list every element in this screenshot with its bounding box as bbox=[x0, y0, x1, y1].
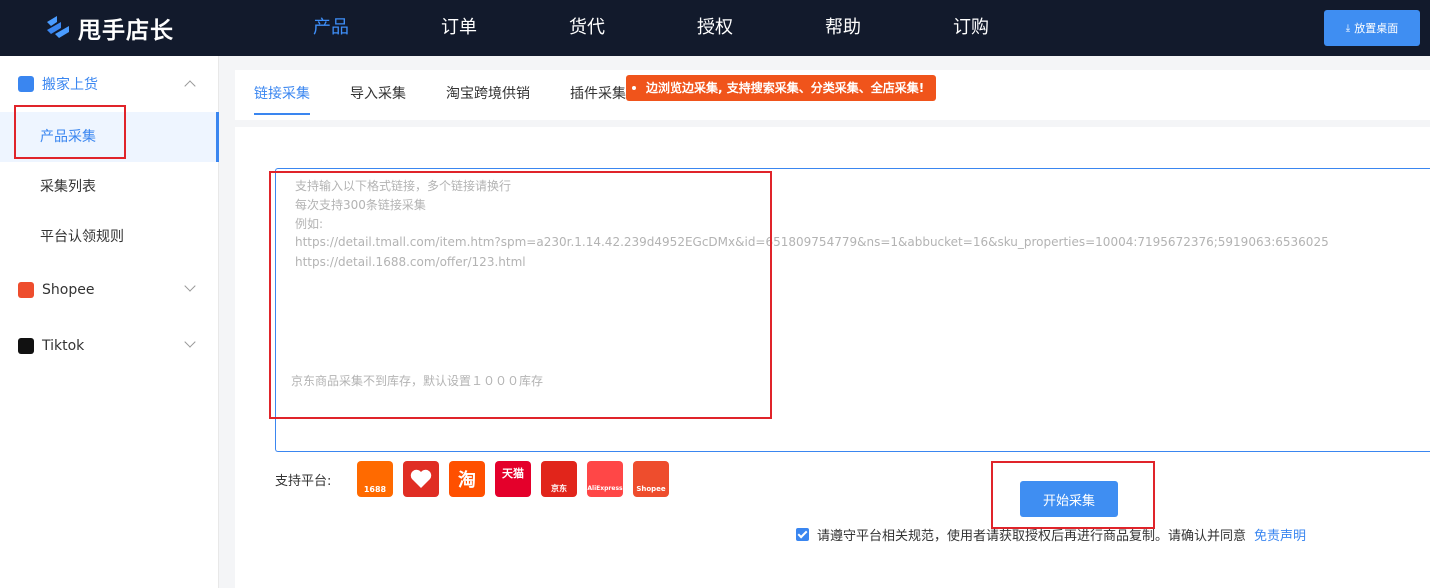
tab-link-collect[interactable]: 链接采集 bbox=[254, 70, 310, 120]
nav-subscribe[interactable]: 订购 bbox=[953, 0, 989, 56]
sidebar-group-label: Shopee bbox=[42, 282, 95, 298]
highlight-box bbox=[991, 461, 1155, 529]
agreement-checkbox[interactable] bbox=[796, 527, 809, 541]
tmall-icon: 天猫 bbox=[495, 461, 531, 497]
platform-label: 支持平台: bbox=[275, 474, 332, 489]
download-icon: ⤓ bbox=[1345, 22, 1351, 34]
promo-badge: 边浏览边采集, 支持搜索采集、分类采集、全店采集! bbox=[626, 75, 937, 101]
app-name: 甩手店长 bbox=[78, 18, 174, 44]
sidebar-group-tiktok[interactable]: Tiktok bbox=[0, 322, 219, 370]
nav-forwarder[interactable]: 货代 bbox=[569, 0, 605, 56]
shopee-bag-icon bbox=[18, 282, 34, 298]
chevron-down-icon bbox=[184, 336, 196, 348]
1688-icon: 1688 bbox=[357, 461, 393, 497]
chevron-up-icon bbox=[184, 80, 196, 92]
top-bar: 甩手店长 产品 订单 货代 授权 帮助 订购 ⤓ 放置桌面 bbox=[0, 0, 1430, 56]
sidebar-group-label: 搬家上货 bbox=[42, 77, 98, 93]
jd-icon: 京东 bbox=[541, 461, 577, 497]
nav-authorization[interactable]: 授权 bbox=[697, 0, 733, 56]
nav-help[interactable]: 帮助 bbox=[825, 0, 861, 56]
tab-taobao-crossborder[interactable]: 淘宝跨境供销 bbox=[446, 70, 530, 120]
logo-icon bbox=[47, 16, 69, 38]
shopee-icon: Shopee bbox=[633, 461, 669, 497]
aliexpress-icon: AliExpress bbox=[587, 461, 623, 497]
pin-desktop-label: 放置桌面 bbox=[1354, 22, 1399, 35]
agreement-text: 请遵守平台相关规范，使用者请获取授权后再进行商品复制。请确认并同意 bbox=[817, 528, 1247, 544]
disclaimer-link[interactable]: 免责声明 bbox=[1254, 525, 1306, 544]
sidebar-item-collect-list[interactable]: 采集列表 bbox=[0, 162, 219, 212]
sidebar-item-claim-rules[interactable]: 平台认领规则 bbox=[0, 212, 219, 262]
highlight-box bbox=[14, 105, 126, 159]
tab-import-collect[interactable]: 导入采集 bbox=[350, 70, 406, 120]
app-logo[interactable]: 甩手店长 bbox=[44, 12, 174, 44]
tiktok-icon bbox=[18, 338, 34, 354]
pin-desktop-button[interactable]: ⤓ 放置桌面 bbox=[1324, 10, 1420, 46]
tab-plugin-collect[interactable]: 插件采集 bbox=[570, 70, 626, 120]
nav-orders[interactable]: 订单 bbox=[441, 0, 477, 56]
sidebar-group-label: Tiktok bbox=[42, 338, 85, 354]
highlight-box bbox=[269, 171, 772, 419]
heart-icon bbox=[410, 469, 432, 488]
sidebar-group-shopee[interactable]: Shopee bbox=[0, 266, 219, 314]
pinduoduo-icon bbox=[403, 461, 439, 497]
sidebar-group-migration[interactable]: 搬家上货 bbox=[0, 60, 219, 108]
nav-product[interactable]: 产品 bbox=[313, 0, 349, 56]
taobao-icon: 淘 bbox=[449, 461, 485, 497]
chevron-down-icon bbox=[184, 280, 196, 292]
cart-icon bbox=[18, 76, 34, 92]
agreement-row: 请遵守平台相关规范，使用者请获取授权后再进行商品复制。请确认并同意 免责声明 bbox=[796, 524, 1306, 544]
